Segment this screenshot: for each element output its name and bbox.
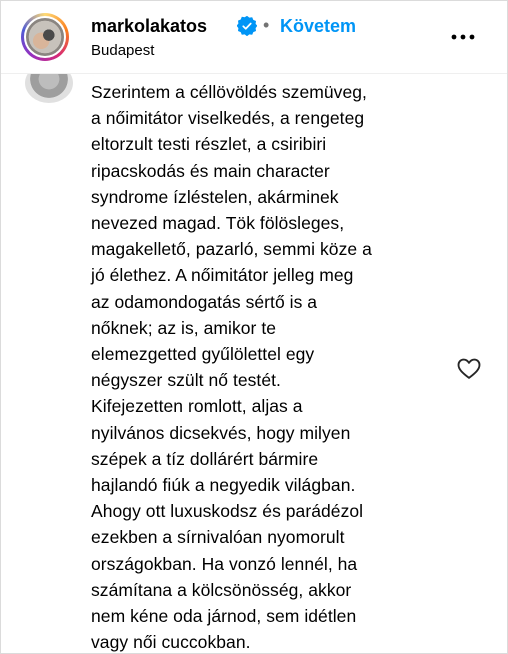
comment-line: nevezed magad. Tök fölösleges,: [91, 213, 345, 234]
comment-line: ripacskodás és main character: [91, 160, 330, 181]
comment-line: szépek a tíz dollárért bármire: [91, 448, 319, 469]
separator-dot: •: [263, 15, 270, 35]
more-options-icon[interactable]: [449, 23, 477, 51]
comment-line: jó élethez. A nőimitátor jelleg meg: [91, 265, 354, 286]
comment-line: syndrome ízléstelen, akárminek: [91, 186, 339, 207]
comment-line: nőknek; az is, amikor te: [91, 317, 277, 338]
comment-line: eltorzult testi részlet, a csiribiri: [91, 134, 327, 155]
comment-line: Ahogy ott luxuskodsz és parádézol: [91, 501, 364, 522]
location-link[interactable]: Budapest: [91, 41, 154, 61]
follow-button[interactable]: Követem: [280, 14, 356, 38]
comment-line: négyszer szült nő testét.: [91, 370, 281, 391]
comment-line: Szerintem a céllövöldés szemüveg,: [91, 82, 367, 102]
comment-text: Szerintem a céllövöldés szemüveg, a nőim…: [91, 79, 471, 653]
post-panel: markolakatos • Követem Budapest Szerinte…: [0, 0, 508, 654]
comment-line: hajlandó fiúk a negyedik világban.: [91, 475, 356, 496]
comment-line: a nőimitátor viselkedés, a rengeteg: [91, 108, 365, 129]
verified-badge-icon: [237, 16, 257, 36]
avatar[interactable]: [24, 16, 66, 58]
heart-icon[interactable]: [455, 354, 483, 382]
comment-line: országokban. Ha vonzó lennél, ha: [91, 553, 358, 574]
comment-line: elemezgetted gyűlölettel egy: [91, 344, 315, 365]
comment-line: az odamondogatás sértő is a: [91, 291, 318, 312]
comment-line: számítana a kölcsönösség, akkor: [91, 579, 352, 600]
username[interactable]: markolakatos: [91, 14, 207, 38]
comment-line: nyilvános dicsekvés, hogy milyen: [91, 422, 351, 443]
comment-line: vagy női cuccokban.: [91, 632, 251, 653]
comment-line: nem kéne oda járnod, sem idétlen: [91, 606, 357, 627]
comment-line: ezekben a sírnivalóan nyomorult: [91, 527, 345, 548]
comment-line: Kifejezetten romlott, aljas a: [91, 396, 303, 417]
comment-line: magakellető, pazarló, semmi köze a: [91, 239, 372, 260]
post-header: markolakatos • Követem Budapest: [1, 1, 507, 74]
profile-avatar-ring[interactable]: [21, 13, 69, 61]
